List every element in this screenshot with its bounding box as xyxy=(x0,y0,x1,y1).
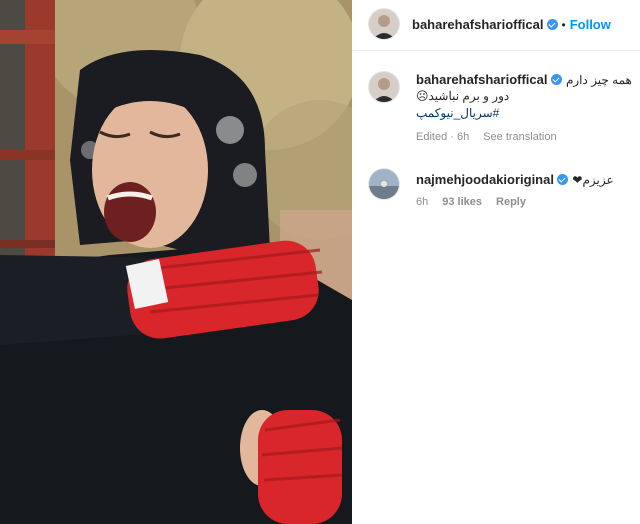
caption-line-2: دور و برم نباشید☹ xyxy=(416,89,510,103)
caption-line-1: همه چیز دارم xyxy=(565,73,632,87)
verified-badge-icon xyxy=(550,74,562,85)
post-photo[interactable] xyxy=(0,0,352,524)
comment-username[interactable]: najmehjoodakioriginal xyxy=(416,172,554,187)
comment-likes[interactable]: 93 likes xyxy=(442,196,482,208)
caption-username[interactable]: baharehafsharioffical xyxy=(416,72,548,87)
post-side-panel: baharehafsharioffical • Follow baharehafsh… xyxy=(352,0,640,524)
avatar-face-icon xyxy=(369,72,399,102)
verified-badge-icon xyxy=(556,174,568,185)
caption-avatar[interactable] xyxy=(368,71,400,103)
caption-meta: Edited · 6h See translation xyxy=(416,131,636,143)
comment-item: najmehjoodakioriginal عزیزم❤ 6h 93 likes R… xyxy=(352,166,640,216)
avatar-face-icon xyxy=(369,9,399,39)
avatar-landscape-icon xyxy=(369,169,399,199)
comment-avatar[interactable] xyxy=(368,168,400,200)
caption-hashtag[interactable]: #سریال_نیوکمپ xyxy=(416,105,636,122)
verified-badge-icon xyxy=(546,19,558,30)
reply-button[interactable]: Reply xyxy=(496,196,526,208)
see-translation-link[interactable]: See translation xyxy=(483,131,556,143)
comment-meta: 6h 93 likes Reply xyxy=(416,196,636,208)
caption-time: Edited · 6h xyxy=(416,131,470,143)
post-header: baharehafsharioffical • Follow xyxy=(352,0,640,51)
follow-button[interactable]: Follow xyxy=(570,17,611,32)
comment-time: 6h xyxy=(416,196,429,208)
comment-text: عزیزم❤ xyxy=(572,173,614,187)
post-author-username[interactable]: baharehafsharioffical xyxy=(412,17,544,32)
caption-block: baharehafsharioffical همه چیز دارم دور و… xyxy=(352,66,640,156)
separator-dot: • xyxy=(561,18,566,32)
boxer-illustration xyxy=(0,0,352,524)
avatar[interactable] xyxy=(368,8,400,40)
